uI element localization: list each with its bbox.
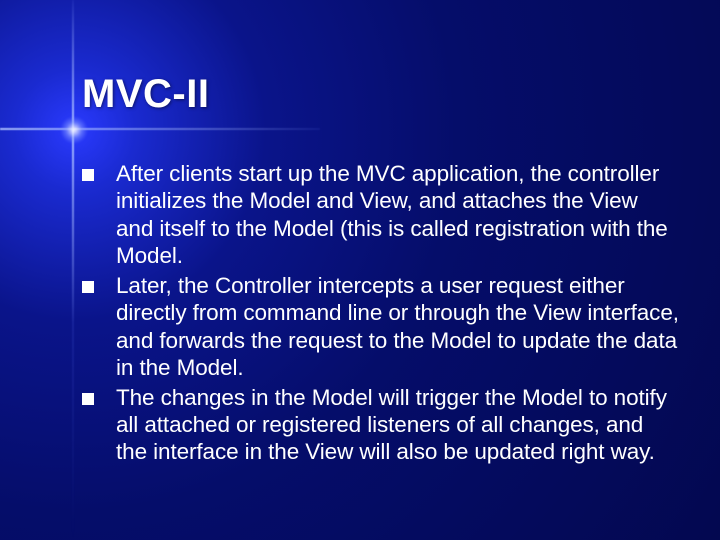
square-bullet-icon [82,281,94,293]
slide-content: After clients start up the MVC applicati… [82,160,680,468]
bullet-text: The changes in the Model will trigger th… [116,384,680,466]
list-item: Later, the Controller intercepts a user … [82,272,680,382]
list-item: After clients start up the MVC applicati… [82,160,680,270]
list-item: The changes in the Model will trigger th… [82,384,680,466]
lens-flare-vertical [72,0,74,540]
lens-flare-core [60,116,88,144]
bullet-text: After clients start up the MVC applicati… [116,160,680,270]
square-bullet-icon [82,393,94,405]
lens-flare-horizontal [0,128,320,130]
square-bullet-icon [82,169,94,181]
slide-title: MVC-II [82,72,209,117]
bullet-text: Later, the Controller intercepts a user … [116,272,680,382]
